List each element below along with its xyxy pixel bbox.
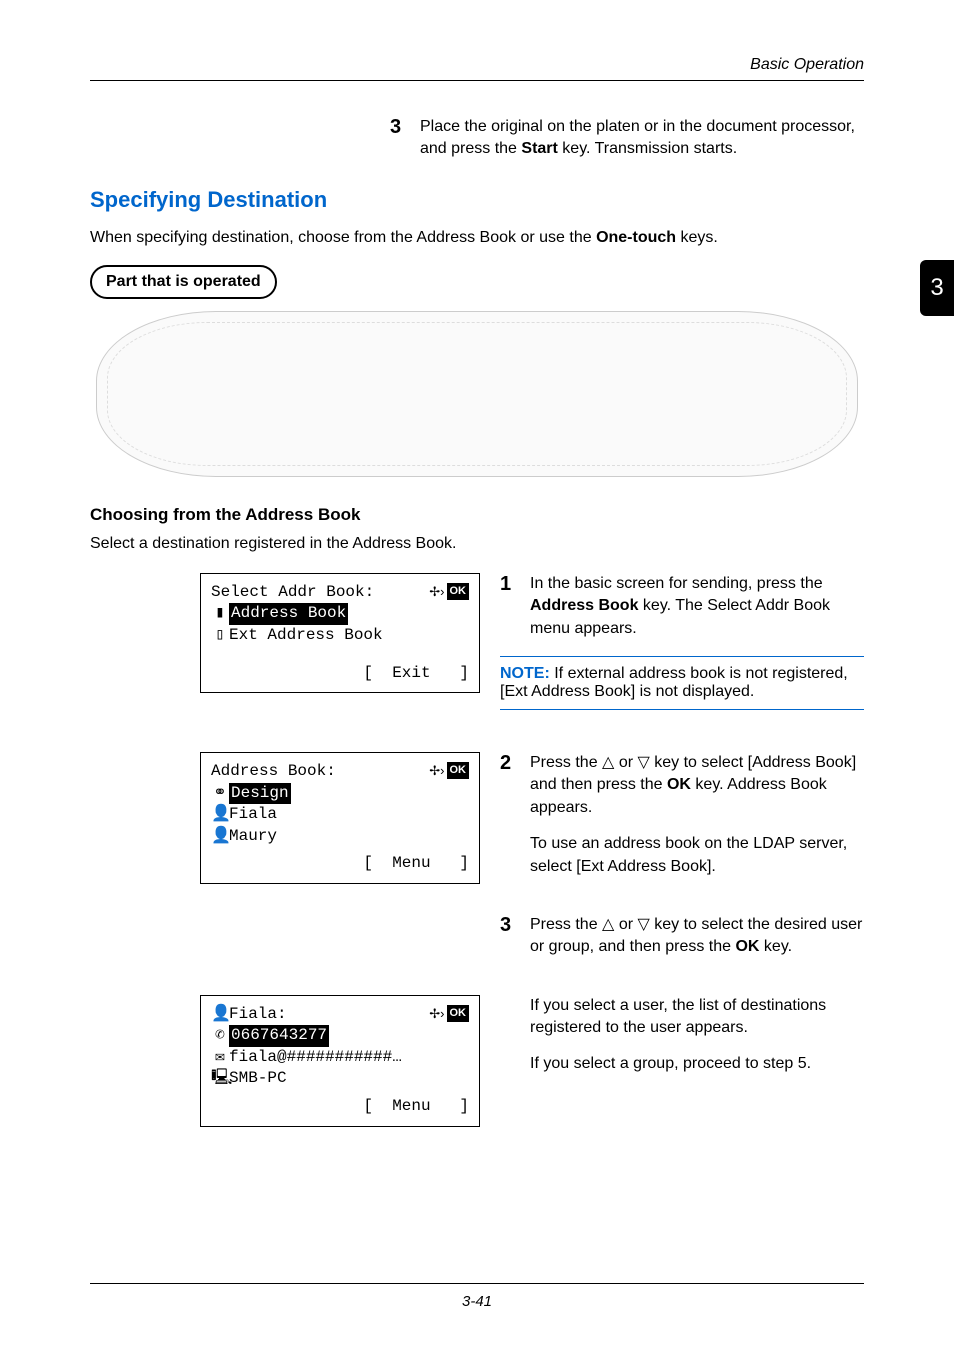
running-header: Basic Operation — [750, 56, 864, 74]
step-text: Press the △ or ▽ key to select [Address … — [530, 752, 864, 892]
step-text: Press the △ or ▽ key to select the desir… — [530, 914, 864, 973]
section-heading: Specifying Destination — [90, 187, 864, 213]
header-rule — [90, 80, 864, 81]
step-text: Place the original on the platen or in t… — [420, 116, 864, 161]
lcd-screen-2: Address Book: ✢›OK ⚭Design 👤Fiala 👤Maury… — [200, 752, 480, 884]
page-number: 3-41 — [0, 1293, 954, 1310]
sub-intro: Select a destination registered in the A… — [90, 535, 864, 553]
subheading: Choosing from the Address Book — [90, 505, 864, 525]
footer-rule — [90, 1283, 864, 1284]
note-box: NOTE: If external address book is not re… — [500, 656, 864, 710]
lcd-screen-1: Select Addr Book: ✢›OK ▮Address Book ▯Ex… — [200, 573, 480, 693]
control-panel-diagram — [96, 311, 858, 477]
step-number: 3 — [500, 914, 530, 973]
chapter-tab: 3 — [920, 260, 954, 316]
part-operated-pill: Part that is operated — [90, 265, 277, 299]
lcd-screen-3: 👤Fiala: ✢›OK ✆0667643277 ✉fiala@########… — [200, 995, 480, 1127]
step-text: In the basic screen for sending, press t… — [530, 573, 864, 640]
section-intro: When specifying destination, choose from… — [90, 229, 864, 247]
step-3-continuation: If you select a user, the list of destin… — [500, 995, 864, 1090]
step-3-top: 3 Place the original on the platen or in… — [90, 116, 864, 161]
step-number: 2 — [500, 752, 530, 892]
step-number: 3 — [390, 116, 420, 161]
step-number: 1 — [500, 573, 530, 640]
